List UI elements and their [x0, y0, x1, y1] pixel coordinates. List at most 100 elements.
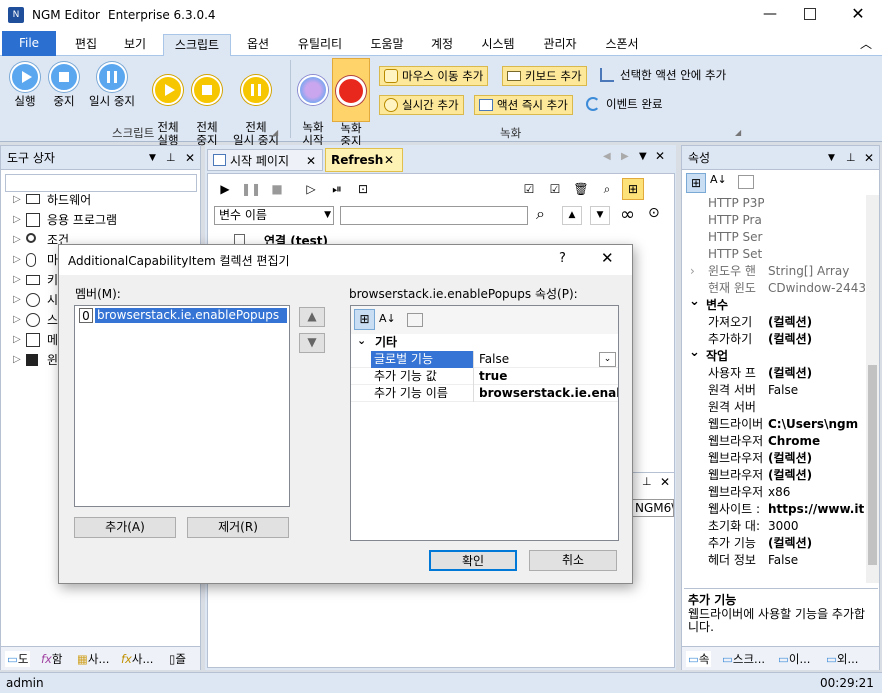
scrollbar-thumb[interactable]: [868, 365, 877, 565]
add-keyboard-button[interactable]: 키보드 추가: [502, 66, 587, 86]
tab-start-page[interactable]: 시작 페이지 ✕: [207, 149, 323, 171]
delete-icon[interactable]: 🗑: [570, 178, 592, 200]
add-mouse-move-button[interactable]: 마우스 이동 추가: [379, 66, 489, 86]
menu-script[interactable]: 스크립트: [163, 34, 231, 57]
categorized-icon[interactable]: ⊞: [686, 173, 706, 193]
prop-row[interactable]: 웹브라우저 (컬렉션): [682, 450, 866, 467]
scroll-right-icon[interactable]: ▶: [621, 151, 629, 162]
prop-row[interactable]: 현재 윈도 CDwindow-2443B: [682, 280, 866, 297]
prop-row[interactable]: 웹사이트 : https://www.it: [682, 501, 866, 518]
add-member-button[interactable]: 추가(A): [74, 517, 176, 538]
add-in-selected-action-button[interactable]: 선택한 액션 안에 추가: [600, 67, 726, 83]
ribbon-collapse-icon[interactable]: ︿: [860, 35, 872, 52]
dialog-prop-row[interactable]: 추가 기능 이름 browserstack.ie.enab: [351, 385, 618, 402]
prop-row[interactable]: 가져오기 (컬렉션): [682, 314, 866, 331]
prop-row[interactable]: 웹브라우저 x86: [682, 484, 866, 501]
move-up-button[interactable]: ▲: [562, 206, 582, 225]
record-start-button[interactable]: 녹화 시작: [296, 62, 330, 147]
close-icon[interactable]: ✕: [384, 149, 394, 171]
tab-refresh[interactable]: Refresh ✕: [325, 148, 403, 172]
prop-row[interactable]: 웹브라우저 (컬렉션): [682, 467, 866, 484]
remove-member-button[interactable]: 제거(R): [187, 517, 289, 538]
dialog-close-button[interactable]: ✕: [601, 249, 614, 267]
properties-scrollbar[interactable]: [866, 195, 879, 583]
dialog-prop-row[interactable]: 글로벌 기능 False ⌄: [351, 351, 618, 368]
more-icon[interactable]: ⊙: [648, 205, 660, 221]
stop-icon[interactable]: ■: [266, 178, 288, 200]
tab-toolbox[interactable]: ▭도: [5, 651, 31, 667]
prop-row[interactable]: HTTP Set: [682, 246, 866, 263]
tab-external[interactable]: ▭외...: [826, 651, 858, 667]
pause-button[interactable]: 일시 중지: [84, 62, 140, 108]
menu-options[interactable]: 옵션: [238, 34, 278, 56]
category-work[interactable]: 작업: [682, 344, 866, 365]
sort-alpha-icon[interactable]: A↓: [710, 173, 727, 186]
property-pages-icon[interactable]: [407, 313, 423, 327]
add-action-immediately-button[interactable]: 액션 즉시 추가: [474, 95, 573, 115]
prop-row[interactable]: 원격 서버: [682, 399, 866, 416]
expand-icon[interactable]: ›: [690, 263, 695, 280]
dropdown-icon[interactable]: ▼: [639, 151, 647, 162]
prop-row[interactable]: 추가하기 (컬렉션): [682, 331, 866, 348]
tab-functions[interactable]: fx함: [41, 651, 62, 667]
help-button[interactable]: ?: [559, 251, 566, 266]
tab-script[interactable]: ▭스크...: [722, 651, 765, 667]
run-button[interactable]: 실행: [6, 62, 44, 108]
member-item[interactable]: 0 browserstack.ie.enablePopups: [77, 308, 287, 324]
dialog-prop-row[interactable]: 추가 기능 값 true: [351, 368, 618, 385]
close-icon[interactable]: ✕: [655, 149, 665, 163]
chevron-down-icon[interactable]: ⌄: [599, 352, 616, 367]
close-icon[interactable]: ✕: [185, 146, 195, 170]
loop-icon[interactable]: ∞: [620, 204, 635, 225]
collapse-icon[interactable]: ⌄: [357, 332, 366, 349]
sort-alpha-icon[interactable]: A↓: [379, 312, 396, 325]
menu-sponsor[interactable]: 스폰서: [596, 34, 648, 56]
step-over-icon[interactable]: ⏯: [326, 178, 348, 200]
search-icon[interactable]: ⌕: [596, 178, 618, 200]
dropdown-icon[interactable]: ▼: [149, 146, 156, 170]
tab-user[interactable]: ▦사...: [77, 651, 109, 667]
scroll-left-icon[interactable]: ◀: [603, 151, 611, 162]
prop-row[interactable]: 사용자 프 (컬렉션): [682, 365, 866, 382]
menu-admin[interactable]: 관리자: [534, 34, 586, 56]
tree-item-application[interactable]: ▷ 응용 프로그램: [1, 210, 200, 230]
prop-row[interactable]: 웹브라우저 Chrome: [682, 433, 866, 450]
minimize-button[interactable]: —: [760, 6, 780, 24]
move-down-button[interactable]: ▼: [590, 206, 610, 225]
uncheck-icon[interactable]: ☑: [544, 178, 566, 200]
menu-help[interactable]: 도움말: [362, 34, 412, 56]
prop-row[interactable]: › 윈도우 핸 String[] Array: [682, 263, 866, 280]
close-icon[interactable]: ✕: [660, 475, 670, 489]
step-icon[interactable]: ▷: [300, 178, 322, 200]
menu-account[interactable]: 계정: [422, 34, 462, 56]
add-realtime-button[interactable]: 실시간 추가: [379, 95, 464, 115]
prop-row[interactable]: 헤더 정보 False: [682, 552, 866, 569]
group-launcher-icon[interactable]: ◢: [735, 128, 741, 137]
menu-file[interactable]: File: [2, 31, 56, 56]
maximize-button[interactable]: [804, 8, 816, 20]
move-down-button[interactable]: ▼: [299, 333, 325, 353]
prop-row[interactable]: 웹드라이버 C:\Users\ngm: [682, 416, 866, 433]
pause-icon[interactable]: ❚❚: [240, 178, 262, 200]
variable-dropdown[interactable]: 변수 이름 ▼: [214, 206, 334, 225]
menu-system[interactable]: 시스템: [472, 34, 524, 56]
ok-button[interactable]: 확인: [429, 550, 517, 571]
pin-icon[interactable]: ⊥: [642, 475, 652, 488]
check-icon[interactable]: ☑: [518, 178, 540, 200]
category-variables[interactable]: 변수: [682, 293, 866, 314]
search-icon[interactable]: ⌕: [536, 204, 545, 224]
run-icon[interactable]: ▶: [214, 178, 236, 200]
pin-icon[interactable]: ⊥: [166, 146, 176, 170]
group-launcher-icon[interactable]: ◢: [272, 128, 278, 137]
tab-image[interactable]: ▭이...: [778, 651, 810, 667]
record-stop-button[interactable]: 녹화 중지: [332, 58, 370, 148]
close-icon[interactable]: ✕: [306, 150, 316, 172]
tab-user-functions[interactable]: fx사...: [121, 651, 153, 667]
close-icon[interactable]: ✕: [864, 146, 874, 170]
tab-properties[interactable]: ▭속: [686, 651, 712, 667]
prop-row[interactable]: 원격 서버 False: [682, 382, 866, 399]
menu-view[interactable]: 보기: [115, 34, 155, 56]
prop-row[interactable]: 추가 기능 (컬렉션): [682, 535, 866, 552]
event-complete-button[interactable]: 이벤트 완료: [586, 96, 663, 112]
dialog-category-row[interactable]: ⌄ 기타: [351, 334, 618, 351]
